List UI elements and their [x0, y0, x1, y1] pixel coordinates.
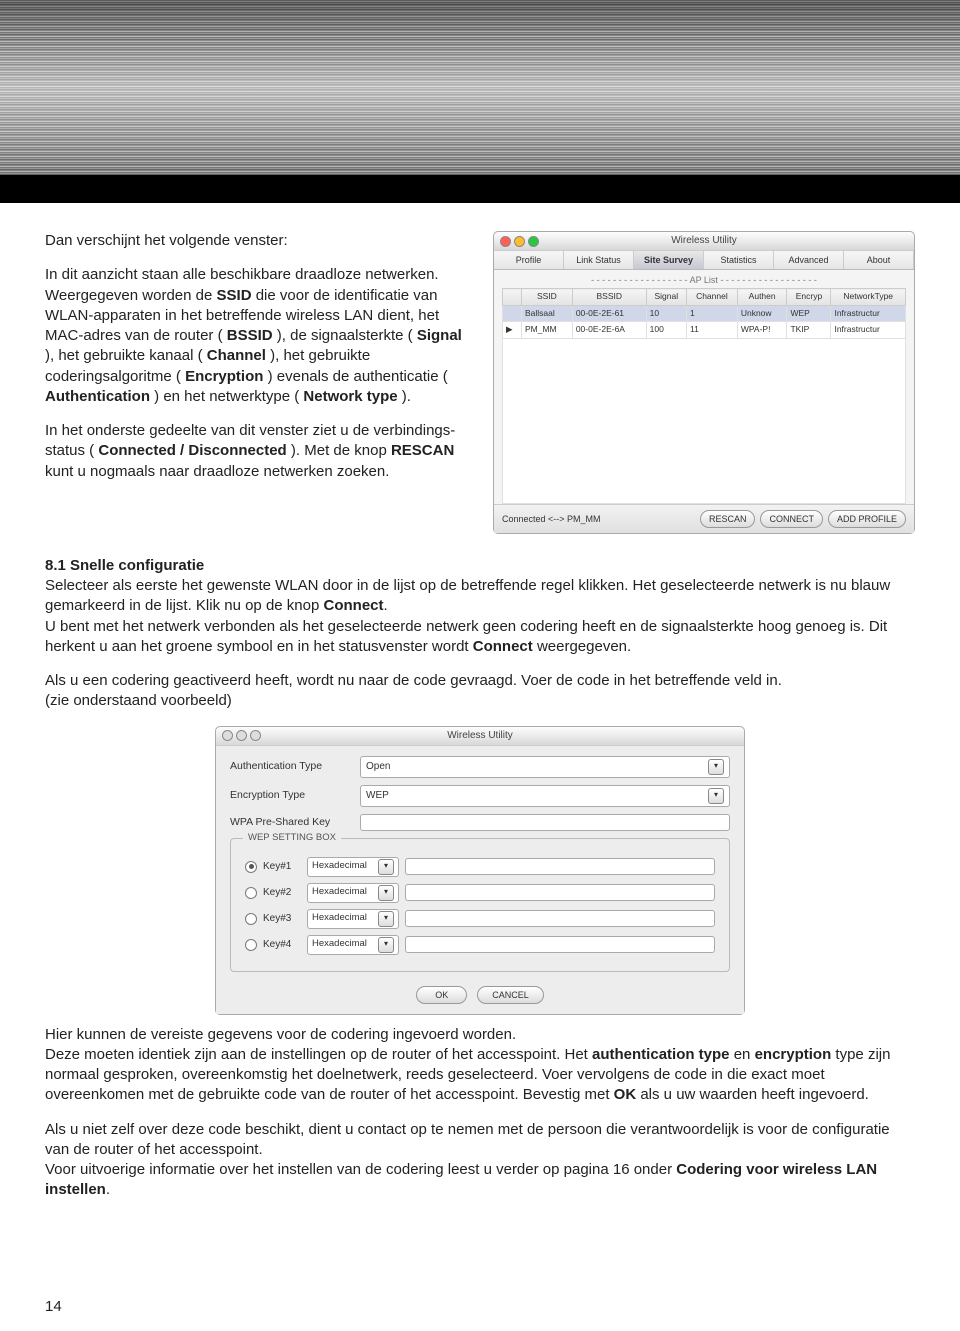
chevron-down-icon: ▾ [378, 911, 394, 927]
page-number: 14 [45, 1298, 62, 1315]
key4-format-select[interactable]: Hexadecimal▾ [307, 935, 399, 955]
paragraph-code: Als u een codering geactiveerd heeft, wo… [45, 671, 915, 712]
connection-status: Connected <--> PM_MM [502, 513, 601, 525]
auth-type-select[interactable]: Open ▾ [360, 756, 730, 778]
key2-radio[interactable] [245, 887, 257, 899]
tab-about[interactable]: About [844, 251, 914, 269]
paragraph-1: In dit aanzicht staan alle beschikbare d… [45, 265, 475, 407]
rescan-button[interactable]: RESCAN [700, 510, 756, 528]
aplist-window: Wireless Utility Profile Link Status Sit… [493, 231, 915, 534]
tab-advanced[interactable]: Advanced [774, 251, 844, 269]
wep-box-title: WEP SETTING BOX [243, 832, 341, 845]
aplist-heading: - - - - - - - - - - - - - - - - - - AP L… [494, 270, 914, 288]
tab-bar: Profile Link Status Site Survey Statisti… [494, 251, 914, 270]
key3-format-select[interactable]: Hexadecimal▾ [307, 909, 399, 929]
connect-button[interactable]: CONNECT [760, 510, 823, 528]
encryption-dialog: Wireless Utility Authentication Type Ope… [215, 726, 745, 1015]
chevron-down-icon: ▾ [378, 885, 394, 901]
chevron-down-icon[interactable]: ▾ [708, 759, 724, 775]
key2-input[interactable] [405, 884, 715, 901]
key1-format-select[interactable]: Hexadecimal▾ [307, 857, 399, 877]
key4-input[interactable] [405, 936, 715, 953]
key4-radio[interactable] [245, 939, 257, 951]
tab-profile[interactable]: Profile [494, 251, 564, 269]
ap-table: SSID BSSID Signal Channel Authen Encryp … [502, 288, 906, 503]
paragraph-contact: Als u niet zelf over deze code beschikt,… [45, 1120, 915, 1201]
cancel-button[interactable]: CANCEL [477, 986, 544, 1004]
auth-type-label: Authentication Type [230, 759, 360, 773]
tab-site-survey[interactable]: Site Survey [634, 251, 704, 269]
tab-statistics[interactable]: Statistics [704, 251, 774, 269]
tab-link-status[interactable]: Link Status [564, 251, 634, 269]
connected-icon: ▶ [503, 322, 522, 338]
chevron-down-icon: ▾ [378, 859, 394, 875]
brushed-metal-header [0, 0, 960, 175]
key2-format-select[interactable]: Hexadecimal▾ [307, 883, 399, 903]
table-row[interactable]: Ballsaal 00-0E-2E-61 10 1 Unknow WEP Inf… [503, 305, 906, 321]
paragraph-2: In het onderste gedeelte van dit venster… [45, 421, 475, 482]
header-black-bar [0, 175, 960, 203]
paragraph-after-dialog: Hier kunnen de vereiste gegevens voor de… [45, 1025, 915, 1106]
add-profile-button[interactable]: ADD PROFILE [828, 510, 906, 528]
section-8-1: 8.1 Snelle configuratie Selecteer als ee… [45, 556, 915, 657]
wpa-psk-input[interactable] [360, 814, 730, 831]
window-title: Wireless Utility [494, 234, 914, 248]
chevron-down-icon[interactable]: ▾ [708, 788, 724, 804]
key3-input[interactable] [405, 910, 715, 927]
key1-radio[interactable] [245, 861, 257, 873]
chevron-down-icon: ▾ [378, 937, 394, 953]
wpa-psk-label: WPA Pre-Shared Key [230, 815, 360, 829]
intro-line: Dan verschijnt het volgende venster: [45, 231, 475, 251]
window-title: Wireless Utility [216, 729, 744, 743]
ok-button[interactable]: OK [416, 986, 467, 1004]
key3-radio[interactable] [245, 913, 257, 925]
encryption-type-label: Encryption Type [230, 788, 360, 802]
encryption-type-select[interactable]: WEP ▾ [360, 785, 730, 807]
key1-input[interactable] [405, 858, 715, 875]
table-row[interactable]: ▶ PM_MM 00-0E-2E-6A 100 11 WPA-P! TKIP I… [503, 322, 906, 338]
